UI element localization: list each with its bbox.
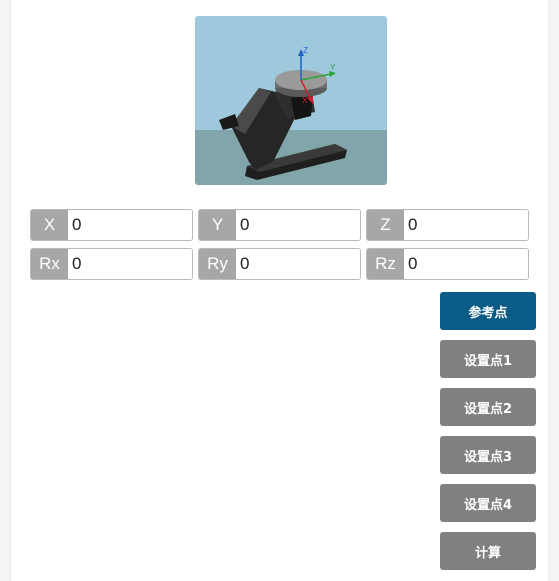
rotation-row: Rx Ry Rz — [30, 248, 531, 280]
coord-z-label: Z — [367, 210, 404, 240]
coord-y-group: Y — [198, 209, 361, 241]
coord-ry-label: Ry — [199, 249, 236, 279]
coord-ry-group: Ry — [198, 248, 361, 280]
coord-x-label: X — [31, 210, 68, 240]
action-buttons: 参考点 设置点1 设置点2 设置点3 设置点4 计算 — [440, 292, 536, 580]
coord-ry-input[interactable] — [236, 249, 360, 279]
main-panel: Z Y X X Y Z Rx — [11, 0, 548, 581]
coord-x-input[interactable] — [68, 210, 192, 240]
robot-model-preview: Z Y X — [195, 16, 387, 185]
reference-point-button[interactable]: 参考点 — [440, 292, 536, 330]
coord-rx-label: Rx — [31, 249, 68, 279]
coord-rz-group: Rz — [366, 248, 529, 280]
y-axis-label: Y — [330, 63, 336, 72]
set-point-3-button[interactable]: 设置点3 — [440, 436, 536, 474]
set-point-4-button[interactable]: 设置点4 — [440, 484, 536, 522]
coord-rz-label: Rz — [367, 249, 404, 279]
set-point-2-button[interactable]: 设置点2 — [440, 388, 536, 426]
x-axis-label: X — [302, 96, 308, 105]
compute-button[interactable]: 计算 — [440, 532, 536, 570]
coord-x-group: X — [30, 209, 193, 241]
coord-y-input[interactable] — [236, 210, 360, 240]
position-row: X Y Z — [30, 209, 531, 241]
coordinate-inputs: X Y Z Rx Ry Rz — [30, 209, 531, 287]
coord-rx-group: Rx — [30, 248, 193, 280]
z-axis-label: Z — [303, 46, 308, 55]
robot-3d-view: Z Y X — [195, 16, 387, 185]
coord-rz-input[interactable] — [404, 249, 528, 279]
coord-y-label: Y — [199, 210, 236, 240]
coord-z-input[interactable] — [404, 210, 528, 240]
coord-rx-input[interactable] — [68, 249, 192, 279]
set-point-1-button[interactable]: 设置点1 — [440, 340, 536, 378]
coord-z-group: Z — [366, 209, 529, 241]
